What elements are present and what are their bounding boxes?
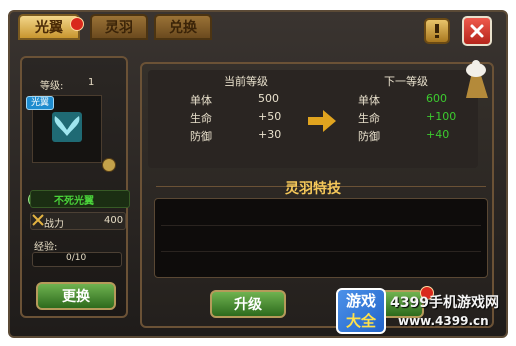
tab-spirit-feather[interactable]: 灵羽	[90, 14, 148, 40]
watermark-logo-top: 游戏	[345, 292, 376, 310]
level-label: 等级:	[40, 81, 64, 92]
skill-row-separator	[161, 251, 481, 252]
upgrade-button[interactable]: 升级	[210, 290, 286, 318]
watermark-site-url: www.4399.cn	[398, 314, 489, 328]
power-label: 战力	[44, 219, 64, 230]
stat-label: 生命	[358, 112, 380, 125]
stat-label: 单体	[358, 94, 380, 107]
wing-type-tag: 光翼	[26, 96, 55, 110]
tab-notification-badge	[70, 17, 84, 31]
crossed-swords-icon	[32, 214, 44, 226]
game-screen: 光翼 灵羽 兑换 等级: 1 光翼 B 不死光翼 战力 400 经验: 0/10…	[0, 0, 516, 346]
upgrade-pointer-icon	[466, 60, 488, 98]
exp-label: 经验:	[34, 242, 58, 253]
tab-exchange[interactable]: 兑换	[154, 14, 212, 40]
stat-label: 防御	[358, 130, 380, 143]
level-value: 1	[88, 77, 95, 88]
skill-title: 灵羽特技	[285, 181, 341, 197]
stat-current: +50	[258, 110, 282, 123]
watermark-logo-bottom: 大全	[345, 312, 376, 330]
tab-label: 兑换	[169, 20, 197, 36]
stat-next: +40	[426, 128, 450, 141]
arrow-right-icon	[308, 110, 336, 132]
exclamation-icon	[435, 24, 439, 38]
current-level-header: 当前等级	[224, 75, 268, 88]
power-value: 400	[104, 215, 124, 226]
tab-label: 光翼	[35, 20, 63, 36]
close-icon	[470, 24, 484, 38]
watermark-site-name: 4399手机游戏网	[390, 295, 499, 311]
tab-label: 灵羽	[105, 20, 133, 36]
stat-label: 单体	[190, 94, 212, 107]
stat-label: 防御	[190, 130, 212, 143]
skill-row-separator	[161, 225, 481, 226]
skill-list	[154, 198, 488, 278]
stat-next: 600	[426, 92, 447, 105]
stat-label: 生命	[190, 112, 212, 125]
stat-next: +100	[426, 110, 457, 123]
info-button[interactable]	[424, 18, 450, 44]
magnifier-icon[interactable]	[102, 158, 116, 172]
next-level-header: 下一等级	[384, 75, 428, 88]
change-button-label: 更换	[62, 289, 90, 305]
upgrade-button-label: 升级	[234, 297, 262, 313]
close-button[interactable]	[462, 16, 492, 46]
watermark-logo: 游戏 大全	[336, 288, 386, 334]
exp-value: 0/10	[66, 253, 87, 263]
change-wing-button[interactable]: 更换	[36, 282, 116, 310]
wing-name: 不死光翼	[54, 196, 94, 207]
stat-current: 500	[258, 92, 279, 105]
stat-current: +30	[258, 128, 282, 141]
